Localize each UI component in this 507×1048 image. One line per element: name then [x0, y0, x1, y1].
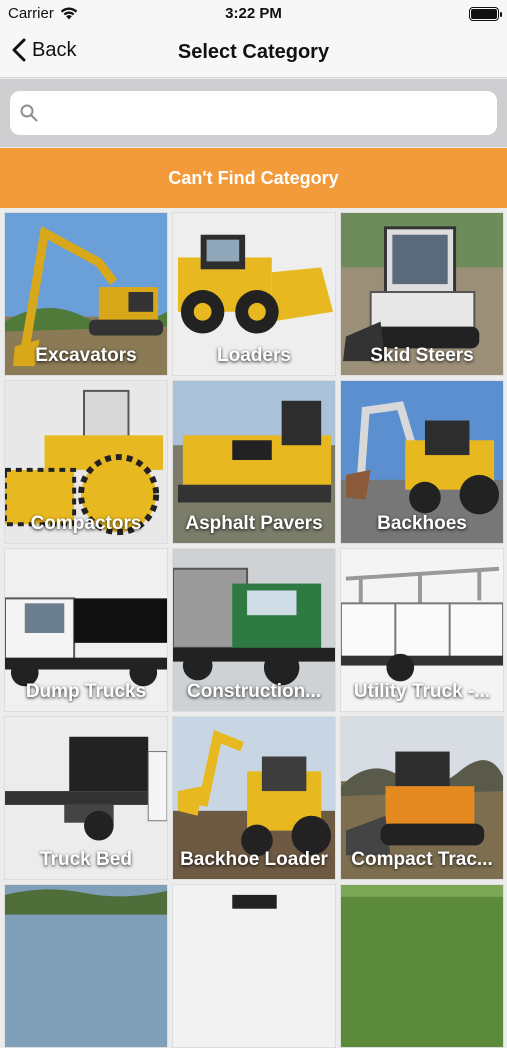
- category-label: Loaders: [217, 345, 291, 366]
- category-photo: [5, 885, 167, 1047]
- category-tile-compactors[interactable]: Compactors: [4, 380, 168, 544]
- category-label: Dump Trucks: [25, 681, 147, 702]
- category-photo: [341, 885, 503, 1047]
- cant-find-category-button[interactable]: Can't Find Category: [0, 148, 507, 208]
- category-label: Construction...: [186, 681, 322, 702]
- category-label: Compact Trac...: [351, 849, 493, 870]
- search-input[interactable]: [46, 98, 497, 128]
- category-tile-loaders[interactable]: Loaders: [172, 212, 336, 376]
- category-grid: Excavators Loaders Skid Steers Compactor…: [4, 212, 504, 1048]
- category-tile-truck-bed[interactable]: Truck Bed: [4, 716, 168, 880]
- cant-find-category-label: Can't Find Category: [168, 167, 339, 188]
- category-label: Backhoe Loader: [180, 849, 328, 870]
- status-time: 3:22 PM: [225, 5, 282, 22]
- category-tile-utility-truck[interactable]: Utility Truck -...: [340, 548, 504, 712]
- category-tile-asphalt-pavers[interactable]: Asphalt Pavers: [172, 380, 336, 544]
- search-box[interactable]: [10, 91, 497, 135]
- category-label: Compactors: [30, 513, 142, 534]
- category-label: Utility Truck -...: [353, 681, 491, 702]
- category-tile-excavators[interactable]: Excavators: [4, 212, 168, 376]
- search-icon: [20, 104, 38, 122]
- category-tile-compact-track[interactable]: Compact Trac...: [340, 716, 504, 880]
- page-title: Select Category: [177, 41, 330, 63]
- category-label: Asphalt Pavers: [185, 513, 323, 534]
- status-bar: Carrier 3:22 PM: [0, 0, 507, 28]
- category-tile-dump-trucks[interactable]: Dump Trucks: [4, 548, 168, 712]
- category-tile[interactable]: [172, 884, 336, 1048]
- navigation-bar: Back Select Category: [0, 28, 507, 78]
- category-tile-construction[interactable]: Construction...: [172, 548, 336, 712]
- category-label: Truck Bed: [40, 849, 132, 870]
- category-tile-backhoe-loader[interactable]: Backhoe Loader: [172, 716, 336, 880]
- category-tile-backhoes[interactable]: Backhoes: [340, 380, 504, 544]
- category-tile[interactable]: [4, 884, 168, 1048]
- battery-icon: [469, 7, 502, 21]
- category-label: Backhoes: [377, 513, 467, 534]
- search-bar-container: [0, 79, 507, 147]
- category-photo: [173, 885, 335, 1047]
- category-label: Excavators: [35, 345, 137, 366]
- category-tile[interactable]: [340, 884, 504, 1048]
- category-label: Skid Steers: [370, 345, 474, 366]
- category-tile-skid-steers[interactable]: Skid Steers: [340, 212, 504, 376]
